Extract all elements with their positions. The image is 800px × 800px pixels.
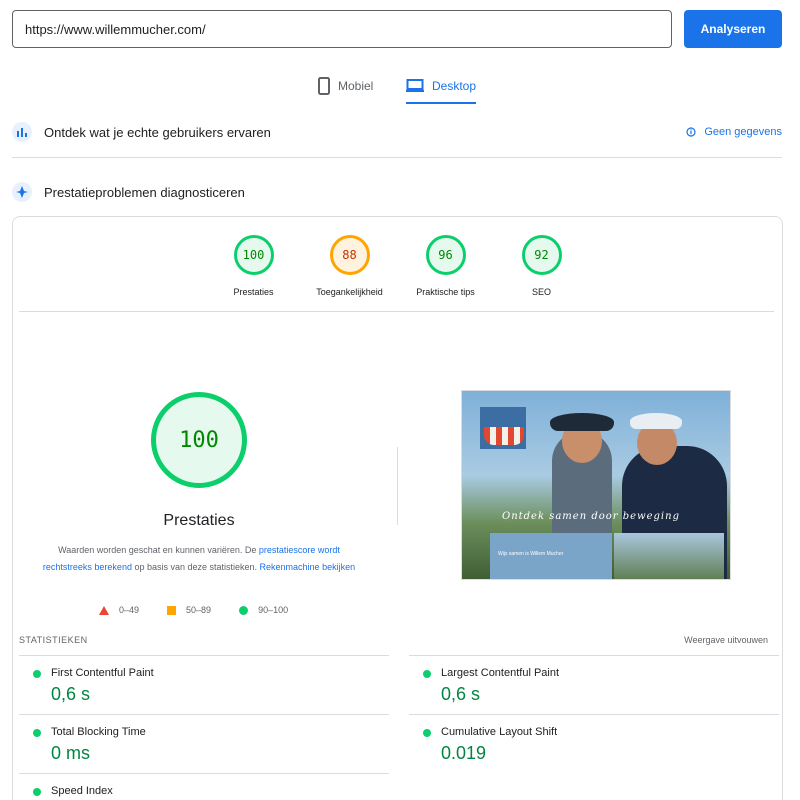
gauge-accessibility[interactable]: 88 Toegankelijkheid [313,235,387,297]
gauge-label: Toegankelijkheid [316,287,383,297]
metric-tbt: Total Blocking Time 0 ms [19,714,389,772]
users-chart-icon [12,122,32,142]
gauge-label: Prestaties [233,287,274,297]
metric-value: 0 ms [51,743,91,763]
thumbnail-slogan: Ontdek samen door beweging [502,511,680,522]
section-divider [12,157,782,158]
gauge-score: 92 [521,235,562,275]
gauge-best-practices[interactable]: 96 Praktische tips [409,235,483,297]
page-screenshot-thumbnail: Ontdek samen door beweging Wijs samen is… [461,390,731,580]
diagnostics-title: Prestatieproblemen diagnosticeren [44,184,245,200]
card-divider [19,311,774,312]
score-legend: 0–49 50–89 90–100 [99,605,288,615]
good-status-icon [33,670,41,678]
mobile-phone-icon [318,77,330,95]
no-data-link[interactable]: Geen gegevens [686,126,782,138]
legend-range: 50–89 [186,605,212,615]
metric-value: 0,6 s [441,684,481,704]
metric-lcp: Largest Contentful Paint 0,6 s [409,655,779,713]
good-status-icon [33,729,41,737]
legend-item-average: 50–89 [167,605,211,615]
gauge-performance[interactable]: 100 Prestaties [217,235,291,297]
metric-value: 0,6 s [51,684,91,704]
gauge-label: SEO [531,287,551,297]
diagnostics-section: Prestatieproblemen diagnosticeren [12,178,782,206]
tab-mobile-label: Mobiel [338,79,374,93]
circle-icon [239,605,249,615]
person-left-hat [550,413,614,431]
no-data-label: Geen gegevens [704,126,782,138]
note-text: op basis van deze statistieken. [131,562,260,572]
tab-desktop-label: Desktop [432,79,477,93]
metric-name: Total Blocking Time [51,726,146,738]
statistics-heading: STATISTIEKEN [19,635,88,645]
field-data-title: Ontdek wat je echte gebruikers ervaren [44,124,271,140]
url-input[interactable] [12,10,672,48]
gauge-score: 88 [329,235,370,275]
legend-item-poor: 0–49 [99,605,139,615]
gauge-score: 100 [233,235,274,275]
metric-name: First Contentful Paint [51,667,154,679]
calculator-link[interactable]: Rekenmachine bekijken [260,562,356,572]
square-icon [167,605,177,615]
desktop-monitor-icon [406,79,424,92]
thumbnail-inset-photo [614,533,724,579]
metric-value: 0.019 [441,743,487,763]
performance-score-gauge: 100 [151,392,247,488]
performance-label: Prestaties [163,512,235,529]
metric-cls: Cumulative Layout Shift 0.019 [409,714,779,772]
gauge-score: 96 [425,235,466,275]
good-status-icon [423,729,431,737]
metric-fcp: First Contentful Paint 0,6 s [19,655,389,713]
score-gauges: 100 Prestaties 88 Toegankelijkheid 96 Pr… [13,235,782,297]
legend-range: 90–100 [258,605,289,615]
metric-name: Speed Index [51,785,113,797]
info-icon [686,127,696,137]
tab-desktop[interactable]: Desktop [406,70,477,104]
score-note: Waarden worden geschat en kunnen variëre… [39,542,359,576]
good-status-icon [423,670,431,678]
analyze-button[interactable]: Analyseren [684,10,782,48]
metric-name: Cumulative Layout Shift [441,726,558,738]
awning-stripes [484,427,524,445]
good-status-icon [33,788,41,796]
metric-speed-index: Speed Index [19,773,389,800]
tab-mobile[interactable]: Mobiel [318,70,373,102]
field-data-section: Ontdek wat je echte gebruikers ervaren G… [12,118,782,146]
metric-name: Largest Contentful Paint [441,667,560,679]
lab-flask-icon [12,182,32,202]
gauge-seo[interactable]: 92 SEO [505,235,579,297]
triangle-icon [99,605,109,615]
legend-range: 0–49 [119,605,140,615]
expand-view-button[interactable]: Weergave uitvouwen [684,635,768,645]
person-right-cap [630,413,682,429]
note-text: Waarden worden geschat en kunnen variëre… [58,545,259,555]
legend-item-good: 90–100 [239,605,288,615]
vertical-separator [397,447,398,525]
thumbnail-info-title: Wijs samen is Willem Mucher [498,551,564,557]
report-card: 100 Prestaties 88 Toegankelijkheid 96 Pr… [12,216,783,800]
gauge-label: Praktische tips [416,287,475,297]
